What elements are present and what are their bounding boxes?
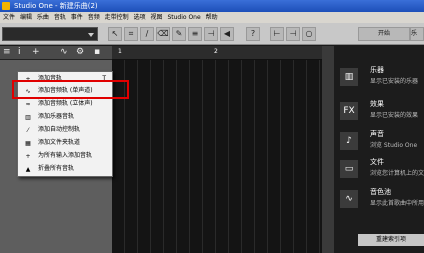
browser-item-instruments[interactable]: ▥ 乐器 显示已安装的乐器 [334, 62, 424, 98]
track-list-menu-icon[interactable]: ≡ [3, 47, 11, 57]
instruments-tab-button[interactable]: 乐 [410, 27, 424, 41]
eraser-tool-icon[interactable]: ⌫ [156, 27, 170, 41]
browser-item-desc: 显示已安装的效果 [370, 112, 419, 119]
help-icon[interactable]: ? [246, 27, 260, 41]
menu-item-add-stereo-audio-track[interactable]: ≈ 添加音频轨 (立体声) [18, 99, 112, 109]
menu-transport[interactable]: 走带控制 [105, 14, 129, 21]
menu-item-collapse-all-tracks[interactable]: ▲ 折叠所有音轨 [18, 164, 112, 174]
track-list-header: ≡ i + ∿ ⚙ ▪ [0, 46, 112, 60]
browser-item-title: 文件 [370, 158, 384, 166]
menu-item-add-tracks-for-all-inputs[interactable]: + 为所有输入添加音轨 [18, 151, 112, 161]
timeline-ruler[interactable]: 1 2 [112, 46, 322, 60]
automation-icon[interactable]: ∿ [60, 47, 68, 57]
menu-edit[interactable]: 编辑 [20, 14, 32, 21]
arrow-tool-icon[interactable]: ↖ [108, 27, 122, 41]
mute-tool-icon[interactable]: ≡ [188, 27, 202, 41]
instrument-icon: ▥ [25, 114, 31, 121]
browser-item-pool[interactable]: ∿ 音色池 显示此首歌曲中所用 [334, 184, 424, 220]
menu-view[interactable]: 视图 [151, 14, 163, 21]
menu-audio[interactable]: 音频 [88, 14, 100, 21]
ruler-marker-1: 1 [118, 48, 122, 55]
effects-icon: FX [340, 102, 358, 120]
window-titlebar: Studio One - 新建乐曲(2) [0, 0, 424, 12]
menu-studio-one[interactable]: Studio One [167, 14, 200, 21]
settings-icon[interactable]: ⚙ [76, 47, 84, 57]
add-track-icon[interactable]: + [32, 47, 40, 57]
menu-song[interactable]: 乐曲 [37, 14, 49, 21]
menu-item-label: 添加文件夹轨道 [38, 139, 81, 146]
files-icon: ▭ [340, 160, 358, 178]
stereo-waveform-icon: ≈ [25, 101, 31, 108]
toolbar-dropdown[interactable] [2, 27, 98, 41]
browser-item-desc: 显示已安装的乐器 [370, 78, 419, 85]
menu-item-label: 添加音频轨 (立体声) [38, 100, 93, 107]
browser-item-title: 乐器 [370, 66, 384, 74]
rebuild-index-button[interactable]: 重建索引项 [358, 234, 424, 246]
folder-icon[interactable]: ▪ [94, 47, 100, 57]
annotation-highlight-box [12, 80, 129, 99]
menu-options[interactable]: 选项 [134, 14, 146, 21]
instruments-icon: ▥ [340, 68, 358, 86]
menu-item-label: 添加乐器音轨 [38, 113, 75, 120]
collapse-icon: ▲ [25, 166, 31, 173]
snap-icon[interactable]: ⊢ [270, 27, 284, 41]
browser-item-title: 效果 [370, 100, 384, 108]
pool-icon: ∿ [340, 190, 358, 208]
browser-panel: ▥ 乐器 显示已安装的乐器 FX 效果 显示已安装的效果 ♪ 声音 浏览 Stu… [334, 46, 424, 253]
browser-item-title: 音色池 [370, 188, 391, 196]
menu-item-label: 折叠所有音轨 [38, 165, 75, 172]
listen-tool-icon[interactable]: ◀ [220, 27, 234, 41]
start-button[interactable]: 开始 [358, 27, 410, 41]
menu-item-label: 添加自动控制轨 [38, 126, 81, 133]
sounds-icon: ♪ [340, 132, 358, 150]
browser-item-desc: 显示此首歌曲中所用 [370, 200, 424, 207]
arrange-view[interactable] [112, 60, 322, 253]
split-tool-icon[interactable]: ∕ [140, 27, 154, 41]
browser-item-desc: 浏览您计算机上的文件 [370, 170, 424, 177]
zoom-icon[interactable]: ○ [302, 27, 316, 41]
menu-item-add-instrument-track[interactable]: ▥ 添加乐器音轨 [18, 112, 112, 122]
menu-file[interactable]: 文件 [3, 14, 15, 21]
paint-tool-icon[interactable]: ✎ [172, 27, 186, 41]
quantize-icon[interactable]: ⊣ [286, 27, 300, 41]
folder-track-icon: ▦ [25, 140, 31, 147]
plus-icon: + [25, 153, 31, 160]
window-title: Studio One - 新建乐曲(2) [14, 2, 98, 10]
automation-curve-icon: ⁄ [27, 127, 29, 134]
browser-item-desc: 浏览 Studio One [370, 142, 418, 149]
menu-item-add-folder-track[interactable]: ▦ 添加文件夹轨道 [18, 138, 112, 148]
range-tool-icon[interactable]: ⌗ [124, 27, 138, 41]
ruler-marker-2: 2 [214, 48, 218, 55]
menu-track[interactable]: 音轨 [54, 14, 66, 21]
menu-item-label: 为所有输入添加音轨 [38, 152, 93, 159]
menubar: 文件 编辑 乐曲 音轨 事件 音频 走带控制 选项 视图 Studio One … [0, 12, 424, 23]
arrange-vertical-scrollbar[interactable] [322, 46, 334, 253]
studio-one-app-icon [2, 2, 10, 10]
menu-help[interactable]: 帮助 [206, 14, 218, 21]
menu-event[interactable]: 事件 [71, 14, 83, 21]
track-info-icon[interactable]: i [18, 47, 21, 57]
browser-item-title: 声音 [370, 130, 384, 138]
main-toolbar: ↖ ⌗ ∕ ⌫ ✎ ≡ ⊣ ◀ ? ⊢ ⊣ ○ 开始 乐 [0, 23, 424, 45]
menu-item-add-automation-track[interactable]: ⁄ 添加自动控制轨 [18, 125, 112, 135]
bend-tool-icon[interactable]: ⊣ [204, 27, 218, 41]
